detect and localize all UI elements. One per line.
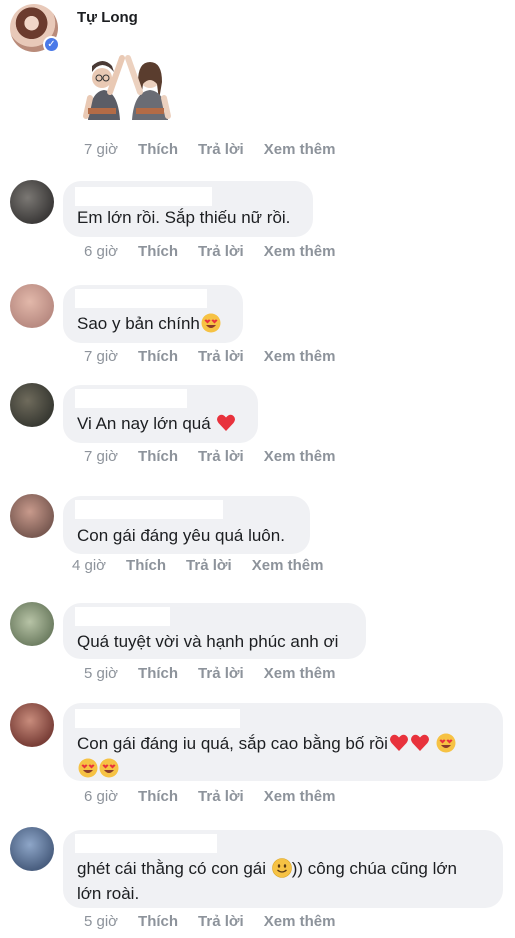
like-link[interactable]: Thích [138,348,178,365]
red-heart-emoji-icon [217,414,236,431]
like-link[interactable]: Thích [138,141,178,158]
timestamp: 7 giờ [84,141,119,158]
reply-link[interactable]: Trả lời [198,141,244,158]
verified-badge-icon: ✓ [43,36,60,53]
timestamp: 7 giờ [84,448,119,465]
comment-text: Quá tuyệt vời và hạnh phúc anh ơi [77,632,339,651]
reply-link[interactable]: Trả lời [186,557,232,574]
like-link[interactable]: Thích [126,557,166,574]
timestamp: 5 giờ [84,665,119,682]
like-link[interactable]: Thích [138,665,178,682]
see-more-link[interactable]: Xem thêm [264,243,336,260]
heart-eyes-emoji-icon [436,733,456,753]
like-link[interactable]: Thích [138,788,178,805]
red-heart-emoji-icon [410,734,429,751]
commenter-avatar[interactable] [10,284,54,328]
smiling-face-emoji-icon [271,858,292,878]
comment-actions: 6 giờ Thích Trả lời Xem thêm [84,788,355,805]
see-more-link[interactable]: Xem thêm [264,448,336,465]
redacted-name [75,389,187,408]
comment-actions: 7 giờ Thích Trả lời Xem thêm [84,348,355,365]
commenter-avatar[interactable] [10,602,54,646]
timestamp: 6 giờ [84,788,119,805]
see-more-link[interactable]: Xem thêm [264,913,336,930]
comment-actions: 6 giờ Thích Trả lời Xem thêm [84,243,355,260]
comment-text: Sao y bản chính [77,311,221,336]
comment-text: Em lớn rồi. Sắp thiếu nữ rồi. [77,208,291,227]
comment-text-content: )) công chúa cũng lớn [291,859,457,878]
comment-text-content: lớn roài. [77,884,140,903]
comment-actions: 4 giờ Thích Trả lời Xem thêm [72,557,343,574]
like-link[interactable]: Thích [138,913,178,930]
commenter-avatar[interactable] [10,494,54,538]
see-more-link[interactable]: Xem thêm [264,665,336,682]
high-five-sticker [83,55,171,120]
redacted-name [75,187,212,206]
timestamp: 7 giờ [84,348,119,365]
timestamp: 5 giờ [84,913,119,930]
redacted-name [75,500,223,519]
comment-actions: 5 giờ Thích Trả lời Xem thêm [84,665,355,682]
heart-eyes-emoji-icon [201,313,221,333]
reply-link[interactable]: Trả lời [198,243,244,260]
comment-actions: 7 giờ Thích Trả lời Xem thêm [84,448,355,465]
commenter-avatar[interactable] [10,180,54,224]
redacted-name [75,709,240,728]
see-more-link[interactable]: Xem thêm [264,348,336,365]
comment-text-content: ghét cái thằng có con gái [77,859,267,878]
red-heart-emoji-icon [389,734,408,751]
redacted-name [75,607,170,626]
reply-link[interactable]: Trả lời [198,665,244,682]
redacted-name [75,289,207,308]
comment-text: ghét cái thằng có con gái )) công chúa c… [77,856,497,906]
like-link[interactable]: Thích [138,448,178,465]
comment-text-content: Sao y bản chính [77,314,200,333]
comment-actions: 5 giờ Thích Trả lời Xem thêm [84,913,355,930]
reply-link[interactable]: Trả lời [198,913,244,930]
commenter-avatar[interactable] [10,703,54,747]
reply-link[interactable]: Trả lời [198,788,244,805]
reply-link[interactable]: Trả lời [198,448,244,465]
see-more-link[interactable]: Xem thêm [252,557,324,574]
comment-text-content: Vi An nay lớn quá [77,414,211,433]
comment-text: Con gái đáng yêu quá luôn. [77,526,285,545]
comment-text-content: Con gái đáng iu quá, sắp cao bằng bố rồi [77,734,388,753]
heart-eyes-emoji-icon [99,758,119,778]
commenter-avatar[interactable] [10,383,54,427]
timestamp: 4 giờ [72,557,107,574]
timestamp: 6 giờ [84,243,119,260]
commenter-avatar[interactable] [10,827,54,871]
heart-eyes-emoji-icon [78,758,98,778]
comment-text: Vi An nay lớn quá [77,411,236,436]
like-link[interactable]: Thích [138,243,178,260]
reply-link[interactable]: Trả lời [198,348,244,365]
author-name[interactable]: Tự Long [77,9,138,26]
see-more-link[interactable]: Xem thêm [264,788,336,805]
post-actions: 7 giờ Thích Trả lời Xem thêm [84,141,355,158]
redacted-name [75,834,217,853]
see-more-link[interactable]: Xem thêm [264,141,336,158]
comment-text: Con gái đáng iu quá, sắp cao bằng bố rồi [77,731,497,781]
